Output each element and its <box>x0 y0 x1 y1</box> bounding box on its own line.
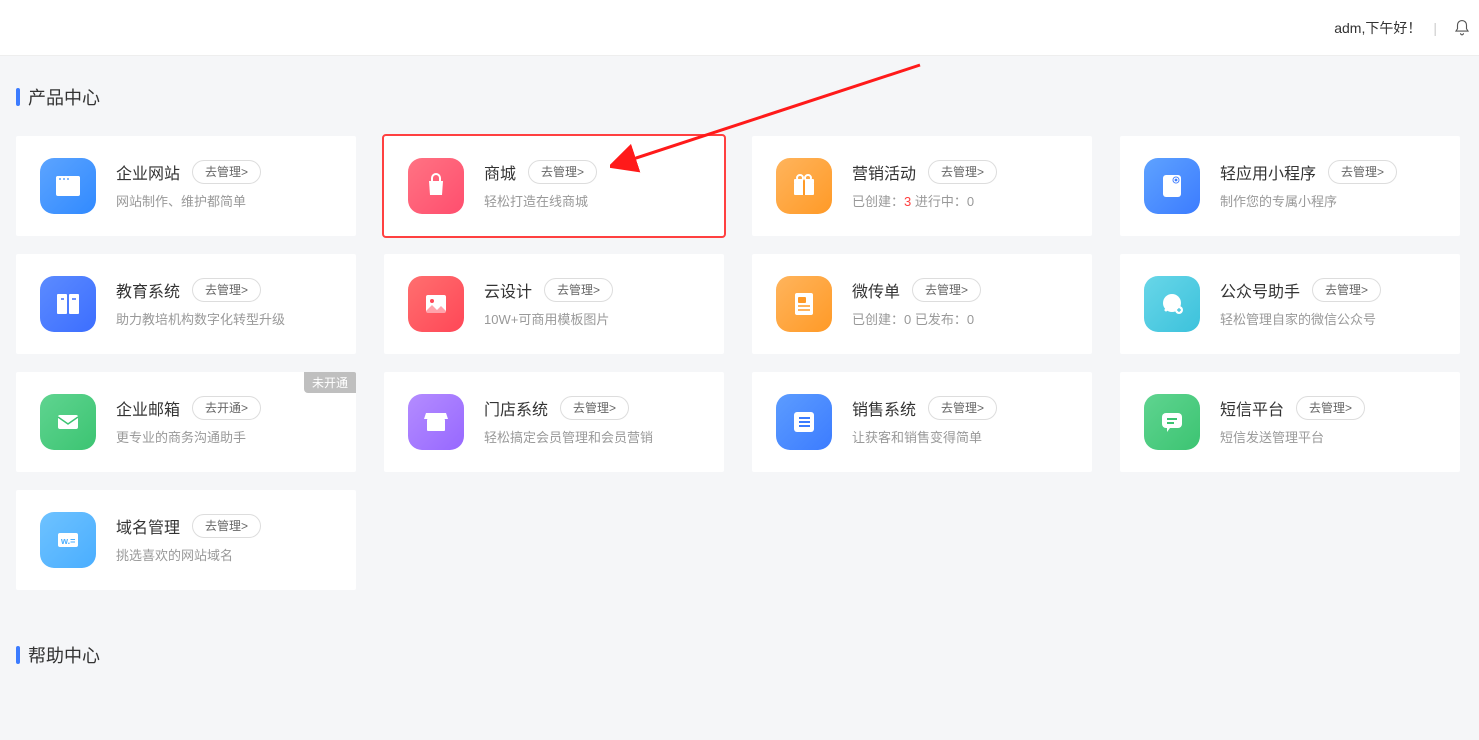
product-card-chat[interactable]: 短信平台 去管理> 短信发送管理平台 <box>1120 372 1460 472</box>
product-card-list[interactable]: 销售系统 去管理> 让获客和销售变得简单 <box>752 372 1092 472</box>
top-bar: adm,下午好！ | <box>0 0 1479 56</box>
card-title: 教育系统 <box>116 278 180 302</box>
mail-icon <box>40 394 96 450</box>
product-card-mini[interactable]: 轻应用小程序 去管理> 制作您的专属小程序 <box>1120 136 1460 236</box>
product-card-image[interactable]: 云设计 去管理> 10W+可商用模板图片 <box>384 254 724 354</box>
manage-button[interactable]: 去管理> <box>544 278 613 302</box>
section-title-help: 帮助中心 <box>16 642 1463 668</box>
manage-button[interactable]: 去管理> <box>912 278 981 302</box>
card-desc: 轻松打造在线商城 <box>484 192 700 212</box>
card-desc: 轻松管理自家的微信公众号 <box>1220 310 1436 330</box>
card-title: 销售系统 <box>852 396 916 420</box>
card-desc: 10W+可商用模板图片 <box>484 310 700 330</box>
manage-button[interactable]: 去管理> <box>192 160 261 184</box>
section-title-products: 产品中心 <box>16 84 1463 110</box>
product-card-gift[interactable]: 营销活动 去管理> 已创建：3 进行中：0 <box>752 136 1092 236</box>
card-title: 门店系统 <box>484 396 548 420</box>
manage-button[interactable]: 去管理> <box>192 514 261 538</box>
card-desc: 已创建：3 进行中：0 <box>852 192 1068 212</box>
gift-icon <box>776 158 832 214</box>
list-icon <box>776 394 832 450</box>
card-title: 轻应用小程序 <box>1220 160 1316 184</box>
manage-button[interactable]: 去管理> <box>192 278 261 302</box>
wechat-icon <box>1144 276 1200 332</box>
card-title: 短信平台 <box>1220 396 1284 420</box>
badge-unopened: 未开通 <box>304 372 356 393</box>
card-title: 企业邮箱 <box>116 396 180 420</box>
chat-icon <box>1144 394 1200 450</box>
manage-button[interactable]: 去管理> <box>1296 396 1365 420</box>
card-title: 微传单 <box>852 278 900 302</box>
card-title: 域名管理 <box>116 514 180 538</box>
product-card-bag[interactable]: 商城 去管理> 轻松打造在线商城 <box>384 136 724 236</box>
browser-icon <box>40 158 96 214</box>
card-desc: 已创建：0 已发布：0 <box>852 310 1068 330</box>
card-desc: 网站制作、维护都简单 <box>116 192 332 212</box>
bag-icon <box>408 158 464 214</box>
bell-icon[interactable] <box>1453 19 1471 37</box>
manage-button[interactable]: 去管理> <box>928 160 997 184</box>
manage-button[interactable]: 去管理> <box>1328 160 1397 184</box>
greeting-text: adm,下午好！ <box>1334 18 1421 38</box>
domain-icon <box>40 512 96 568</box>
card-desc: 制作您的专属小程序 <box>1220 192 1436 212</box>
flyer-icon <box>776 276 832 332</box>
manage-button[interactable]: 去开通> <box>192 396 261 420</box>
product-card-domain[interactable]: 域名管理 去管理> 挑选喜欢的网站域名 <box>16 490 356 590</box>
manage-button[interactable]: 去管理> <box>928 396 997 420</box>
card-title: 商城 <box>484 160 516 184</box>
mini-icon <box>1144 158 1200 214</box>
image-icon <box>408 276 464 332</box>
card-desc: 短信发送管理平台 <box>1220 428 1436 448</box>
store-icon <box>408 394 464 450</box>
manage-button[interactable]: 去管理> <box>1312 278 1381 302</box>
card-desc: 更专业的商务沟通助手 <box>116 428 332 448</box>
card-desc: 轻松搞定会员管理和会员营销 <box>484 428 700 448</box>
product-card-wechat[interactable]: 公众号助手 去管理> 轻松管理自家的微信公众号 <box>1120 254 1460 354</box>
product-card-book[interactable]: 教育系统 去管理> 助力教培机构数字化转型升级 <box>16 254 356 354</box>
product-card-store[interactable]: 门店系统 去管理> 轻松搞定会员管理和会员营销 <box>384 372 724 472</box>
manage-button[interactable]: 去管理> <box>560 396 629 420</box>
product-card-browser[interactable]: 企业网站 去管理> 网站制作、维护都简单 <box>16 136 356 236</box>
manage-button[interactable]: 去管理> <box>528 160 597 184</box>
card-title: 公众号助手 <box>1220 278 1300 302</box>
book-icon <box>40 276 96 332</box>
card-title: 云设计 <box>484 278 532 302</box>
card-desc: 挑选喜欢的网站域名 <box>116 546 332 566</box>
card-desc: 助力教培机构数字化转型升级 <box>116 310 332 330</box>
card-desc: 让获客和销售变得简单 <box>852 428 1068 448</box>
product-card-flyer[interactable]: 微传单 去管理> 已创建：0 已发布：0 <box>752 254 1092 354</box>
card-title: 营销活动 <box>852 160 916 184</box>
product-card-mail[interactable]: 未开通 企业邮箱 去开通> 更专业的商务沟通助手 <box>16 372 356 472</box>
card-title: 企业网站 <box>116 160 180 184</box>
